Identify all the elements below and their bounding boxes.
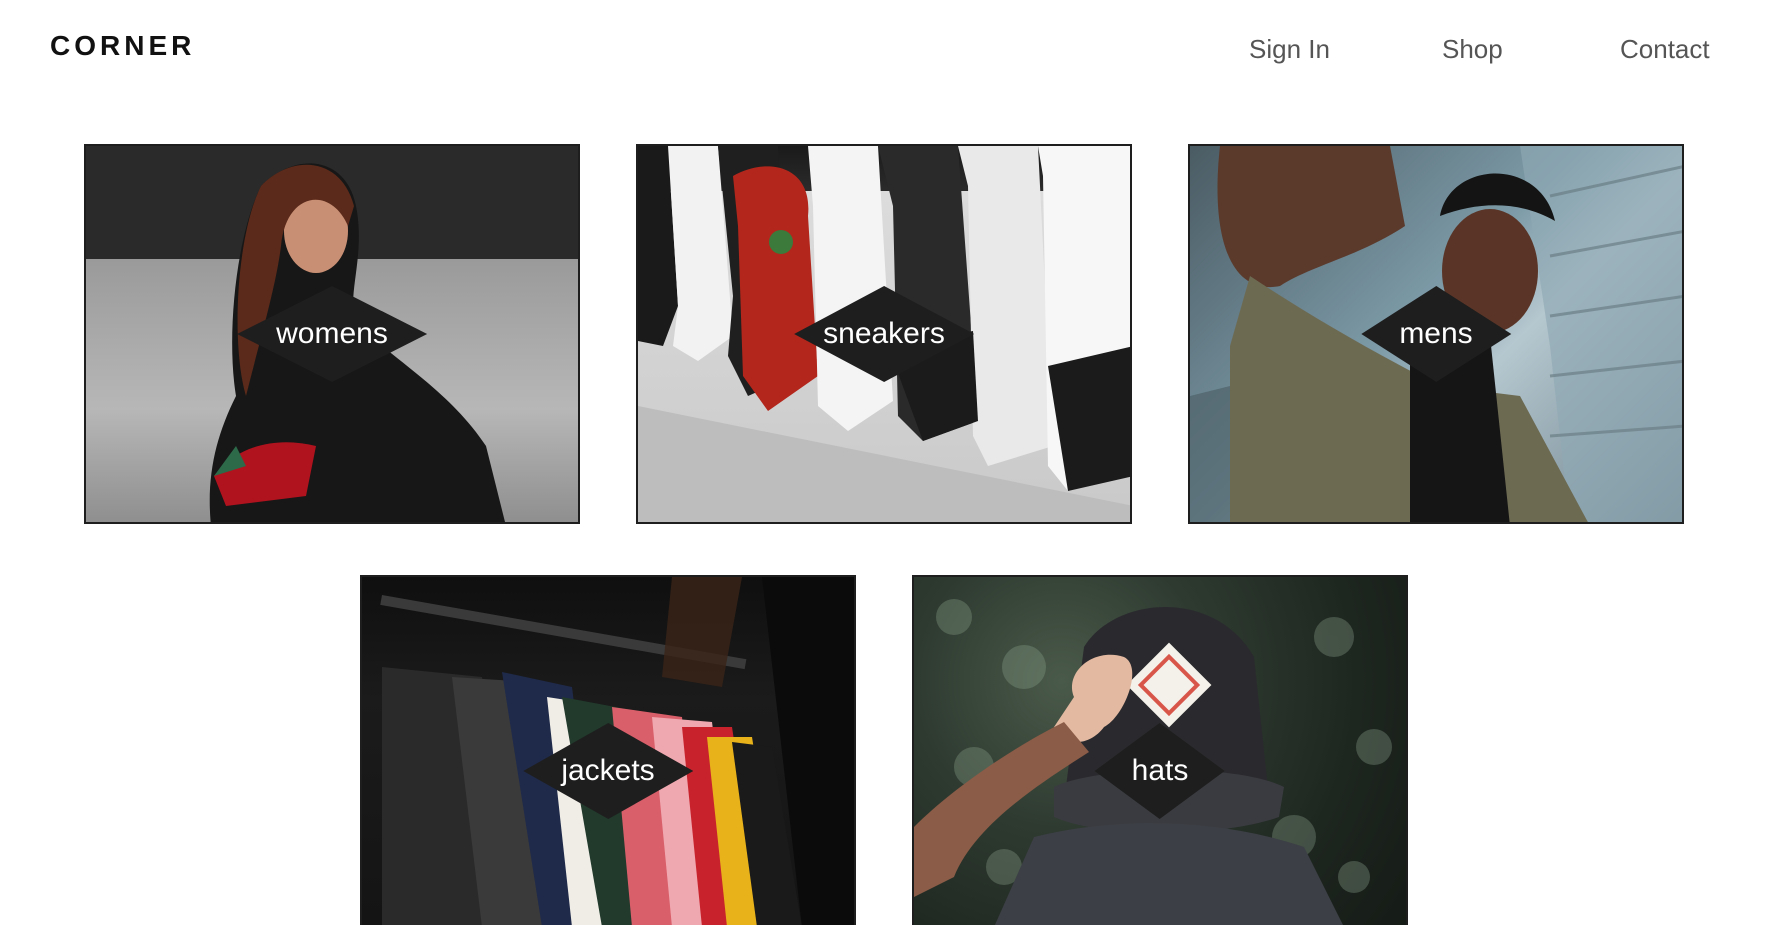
category-card-jackets[interactable]: jackets: [360, 575, 856, 925]
category-label: hats: [1131, 754, 1189, 787]
mens-label-badge: mens: [1360, 286, 1511, 382]
category-card-hats[interactable]: hats: [912, 575, 1408, 925]
sneakers-label-badge: sneakers: [793, 286, 974, 382]
site-header: CORNER Sign In Shop Contact: [0, 0, 1765, 100]
category-label: sneakers: [823, 317, 945, 350]
nav-contact-link[interactable]: Contact: [1620, 34, 1710, 65]
nav-shop-link[interactable]: Shop: [1442, 34, 1503, 65]
logo[interactable]: CORNER: [50, 30, 195, 62]
category-label: mens: [1399, 317, 1473, 350]
hats-label-badge: hats: [1095, 723, 1225, 819]
category-card-mens[interactable]: mens: [1188, 144, 1684, 524]
nav-sign-in-link[interactable]: Sign In: [1249, 34, 1330, 65]
category-card-womens[interactable]: womens: [84, 144, 580, 524]
jackets-label-badge: jackets: [523, 723, 693, 819]
category-label: womens: [276, 317, 388, 350]
category-label: jackets: [561, 754, 655, 787]
womens-label-badge: womens: [237, 286, 427, 382]
category-card-sneakers[interactable]: sneakers: [636, 144, 1132, 524]
